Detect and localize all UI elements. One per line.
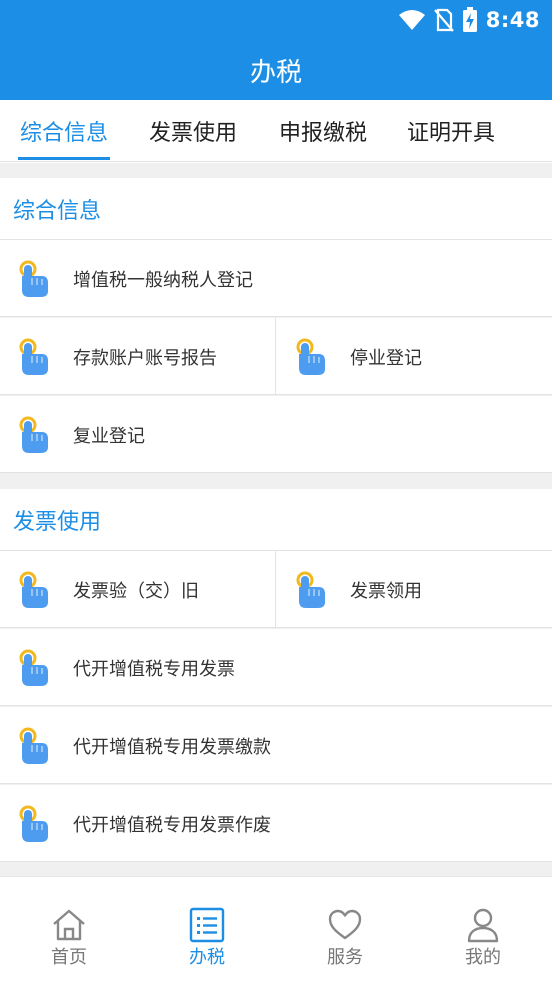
list-icon — [189, 907, 225, 943]
item-invoice-collection[interactable]: 发票领用 — [277, 551, 552, 628]
nav-service[interactable]: 服务 — [276, 877, 414, 981]
item-business-suspension-registration[interactable]: 停业登记 — [277, 318, 552, 395]
no-sim-icon — [433, 8, 454, 32]
section-title: 综合信息 — [13, 198, 102, 224]
list-row: 代开增值税专用发票 — [0, 629, 552, 706]
item-label: 复业登记 — [73, 425, 145, 447]
item-label: 代开增值税专用发票作废 — [73, 814, 271, 836]
list-row: 增值税一般纳税人登记 — [0, 240, 552, 317]
home-icon — [53, 909, 85, 941]
tab-comprehensive-info[interactable]: 综合信息 — [18, 100, 110, 162]
content-area[interactable]: 综合信息 增值税一般纳税人登记 存款账户账号报告 停业登记 复业登记 发票使用 — [0, 163, 552, 876]
list-row: 发票验（交）旧 发票领用 — [0, 551, 552, 628]
item-invoice-verify-return[interactable]: 发票验（交）旧 — [0, 551, 276, 628]
pointing-hand-icon — [19, 649, 48, 686]
bottom-nav: 首页 办税 服务 我的 — [0, 876, 552, 981]
item-label: 代开增值税专用发票缴款 — [73, 736, 271, 758]
status-bar: 8:48 — [0, 0, 552, 40]
pointing-hand-icon — [296, 571, 325, 608]
tab-label: 发票使用 — [148, 121, 237, 146]
item-label: 存款账户账号报告 — [73, 347, 217, 369]
tab-invoice-usage[interactable]: 发票使用 — [147, 100, 239, 162]
tab-label: 申报缴税 — [278, 121, 367, 146]
item-vat-special-invoice-void[interactable]: 代开增值税专用发票作废 — [0, 785, 552, 862]
nav-label: 我的 — [465, 947, 501, 968]
status-icons: 8:48 — [398, 6, 540, 34]
nav-home[interactable]: 首页 — [0, 877, 138, 981]
title-bar: 办税 — [0, 40, 552, 100]
nav-mine[interactable]: 我的 — [414, 877, 552, 981]
nav-label: 办税 — [189, 947, 225, 968]
section-header-invoice-usage: 发票使用 — [0, 489, 552, 551]
item-issue-vat-special-invoice[interactable]: 代开增值税专用发票 — [0, 629, 552, 706]
item-general-taxpayer-registration[interactable]: 增值税一般纳税人登记 — [0, 240, 552, 317]
battery-charging-icon — [462, 7, 477, 32]
nav-label: 首页 — [51, 947, 87, 968]
item-vat-special-invoice-payment[interactable]: 代开增值税专用发票缴款 — [0, 707, 552, 784]
item-label: 发票领用 — [350, 580, 422, 602]
person-icon — [467, 908, 499, 943]
tab-bar: 综合信息 发票使用 申报缴税 证明开具 — [0, 100, 552, 162]
section-title: 发票使用 — [13, 509, 102, 535]
page-title: 办税 — [249, 57, 302, 88]
item-business-resumption-registration[interactable]: 复业登记 — [0, 396, 552, 473]
item-deposit-account-report[interactable]: 存款账户账号报告 — [0, 318, 276, 395]
pointing-hand-icon — [19, 727, 48, 764]
heart-icon — [328, 909, 362, 940]
pointing-hand-icon — [19, 338, 48, 375]
item-label: 停业登记 — [350, 347, 422, 369]
tab-declare-pay-tax[interactable]: 申报缴税 — [277, 100, 369, 162]
pointing-hand-icon — [19, 260, 48, 297]
pointing-hand-icon — [296, 338, 325, 375]
list-row: 代开增值税专用发票缴款 — [0, 707, 552, 784]
nav-tax[interactable]: 办税 — [138, 877, 276, 981]
section-header-comprehensive-info: 综合信息 — [0, 178, 552, 240]
tab-label: 综合信息 — [19, 121, 108, 146]
status-time: 8:48 — [485, 8, 540, 32]
pointing-hand-icon — [19, 571, 48, 608]
tab-certificate-issue[interactable]: 证明开具 — [405, 100, 497, 162]
pointing-hand-icon — [19, 805, 48, 842]
list-row: 复业登记 — [0, 396, 552, 473]
wifi-icon — [398, 10, 425, 30]
list-row: 代开增值税专用发票作废 — [0, 785, 552, 862]
pointing-hand-icon — [19, 416, 48, 453]
nav-label: 服务 — [327, 947, 363, 968]
item-label: 发票验（交）旧 — [73, 580, 199, 602]
list-row: 存款账户账号报告 停业登记 — [0, 318, 552, 395]
tab-label: 证明开具 — [406, 121, 495, 146]
item-label: 增值税一般纳税人登记 — [73, 269, 253, 291]
item-label: 代开增值税专用发票 — [73, 658, 235, 680]
